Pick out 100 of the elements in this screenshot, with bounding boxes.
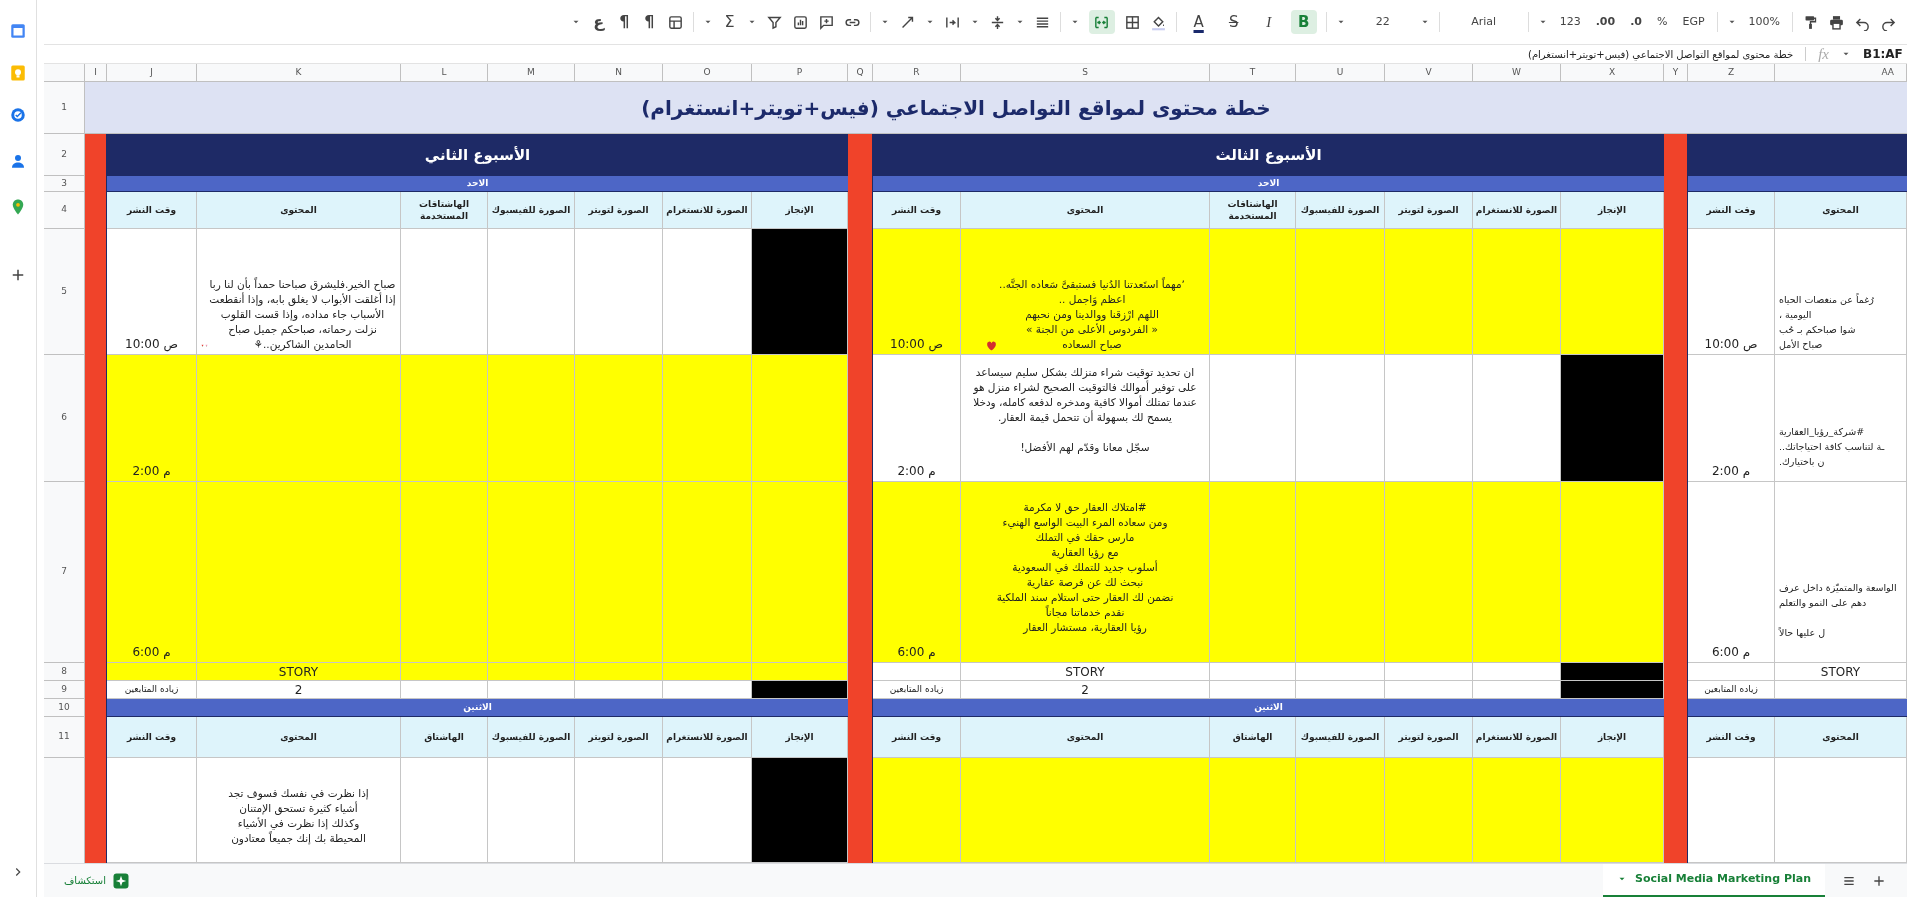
column-header: وقت النشر bbox=[873, 717, 961, 758]
post-time: 2:00 م bbox=[897, 463, 936, 480]
row-number[interactable]: 4 bbox=[61, 203, 67, 217]
day-label: الاثنين bbox=[463, 700, 492, 715]
column-header: المحتوى bbox=[1775, 717, 1907, 758]
sheet-tab[interactable]: Social Media Marketing Plan bbox=[1602, 863, 1825, 897]
currency-button[interactable]: EGP bbox=[1679, 13, 1708, 31]
check-circle-icon[interactable] bbox=[9, 106, 27, 124]
formula-text[interactable]: خطة محتوى لمواقع التواصل الاجتماعي (فيس+تويتر+انستغرام) bbox=[1528, 46, 1794, 62]
metric-value: 2 bbox=[294, 681, 303, 699]
column-header: وقت النشر bbox=[107, 192, 197, 229]
table-icon[interactable] bbox=[666, 13, 684, 31]
italic-button[interactable]: I bbox=[1255, 10, 1282, 34]
column-header: الصورة للفيسبوك bbox=[1296, 192, 1385, 229]
column-header: الإنجاز bbox=[752, 192, 848, 229]
day-label: الاحد bbox=[1257, 176, 1280, 190]
column-letter[interactable]: Z bbox=[1727, 66, 1735, 80]
story-label: STORY bbox=[1065, 663, 1105, 681]
row-number[interactable]: 5 bbox=[61, 284, 67, 299]
column-letter[interactable]: Q bbox=[856, 66, 864, 80]
column-header: الصورة للفيسبوك bbox=[1296, 717, 1385, 758]
column-header: الصورة لتويتر bbox=[575, 717, 663, 758]
font-dropdown[interactable]: Arial bbox=[1448, 13, 1519, 31]
column-header: المحتوى bbox=[961, 717, 1210, 758]
row-number[interactable]: 11 bbox=[58, 730, 70, 744]
post-text: الواسعة والمتميّزة داخل عرف دهم على النمو والتعلم ل عليها حالاً bbox=[1779, 581, 1897, 640]
post-time: 10:00 ص bbox=[890, 336, 943, 353]
bold-button[interactable]: B bbox=[1290, 10, 1317, 34]
column-header: المحتوى bbox=[961, 192, 1210, 229]
column-header: المحتوى bbox=[1775, 192, 1907, 229]
column-header: الإنجاز bbox=[752, 717, 848, 758]
decrease-decimals-button[interactable]: .0 bbox=[1627, 13, 1645, 31]
column-header: وقت النشر bbox=[1688, 192, 1775, 229]
merge-cells-button[interactable] bbox=[1088, 10, 1115, 34]
day-label: الاحد bbox=[466, 176, 489, 190]
post-time: 2:00 م bbox=[1711, 463, 1751, 480]
column-letter[interactable]: O bbox=[703, 66, 711, 80]
column-letter[interactable]: R bbox=[913, 66, 920, 80]
person-icon[interactable] bbox=[9, 152, 27, 170]
column-header: وقت النشر bbox=[1688, 717, 1775, 758]
post-time: 10:00 ص bbox=[125, 336, 178, 353]
sparkle-icon[interactable] bbox=[112, 871, 131, 890]
chart-icon[interactable] bbox=[791, 13, 809, 31]
column-letter[interactable]: L bbox=[441, 66, 447, 80]
column-letter[interactable]: U bbox=[1336, 66, 1344, 80]
column-header: الصورة لتويتر bbox=[1385, 192, 1473, 229]
row-number[interactable]: 9 bbox=[61, 682, 67, 697]
column-letter[interactable]: V bbox=[1425, 66, 1432, 80]
column-letter[interactable]: S bbox=[1082, 66, 1088, 80]
ltr-paragraph-button[interactable]: ¶ bbox=[641, 10, 658, 34]
column-header: الصورة للانستغرام bbox=[1473, 192, 1561, 229]
row-number[interactable]: 3 bbox=[61, 176, 67, 191]
column-header: وقت النشر bbox=[873, 192, 961, 229]
input-tools-button[interactable]: ع bbox=[590, 10, 608, 34]
comment-icon[interactable] bbox=[817, 13, 835, 31]
column-header: المحتوى bbox=[197, 717, 401, 758]
zoom-dropdown[interactable]: 100% bbox=[1745, 13, 1783, 31]
row-number[interactable]: 7 bbox=[61, 565, 67, 579]
post-text: ʼمهماً استَعدتنا الدُنيا فستبقىَّ سَعاده الجنَّه.. اعظم وَاجمل .. اللهم ارْزقنا ووالدينا ومن نحبهم « الفردوس الأعلى من الجنة » صباح السعاده bbox=[999, 277, 1185, 352]
column-header: الهاشتاق bbox=[401, 717, 488, 758]
print-icon[interactable] bbox=[1828, 13, 1845, 31]
strikethrough-button[interactable]: S bbox=[1220, 10, 1247, 34]
column-letter[interactable]: X bbox=[1608, 66, 1616, 80]
column-letter[interactable]: J bbox=[150, 66, 153, 80]
name-box[interactable]: B1:AF bbox=[1863, 45, 1903, 63]
row-number[interactable]: 10 bbox=[58, 700, 70, 715]
metric-label: زياده المتابعين bbox=[889, 682, 944, 696]
fx-label: fx bbox=[1818, 44, 1829, 64]
row-number[interactable]: 8 bbox=[61, 664, 67, 679]
column-header: الصورة للفيسبوك bbox=[488, 717, 575, 758]
explore-label[interactable]: استكشاف bbox=[64, 873, 107, 888]
column-letter[interactable]: Y bbox=[1672, 66, 1679, 80]
increase-decimals-button[interactable]: .00 bbox=[1592, 13, 1619, 31]
post-text: #شركة_رؤيا_العقارية ـة لتناسب كافة احتياجاتك.. ن باختيارك. bbox=[1779, 425, 1885, 469]
row-number[interactable]: 2 bbox=[61, 147, 67, 162]
column-header: الهاشتاق bbox=[1210, 717, 1296, 758]
sheet-title: خطة محتوى لمواقع التواصل الاجتماعي (فيس+تويتر+انستغرام) bbox=[641, 94, 1271, 123]
column-header: الصورة لتويتر bbox=[575, 192, 663, 229]
borders-icon[interactable] bbox=[1123, 13, 1141, 31]
column-letter[interactable]: I bbox=[94, 66, 97, 80]
column-letter[interactable]: AA bbox=[1881, 66, 1894, 80]
column-letter[interactable]: T bbox=[1249, 66, 1256, 80]
story-label: STORY bbox=[278, 663, 319, 681]
column-letter[interactable]: P bbox=[796, 66, 803, 80]
text-color-button[interactable]: A bbox=[1185, 10, 1212, 34]
calendar-icon[interactable] bbox=[9, 22, 27, 40]
percent-button[interactable]: % bbox=[1654, 13, 1671, 31]
row-number[interactable]: 6 bbox=[61, 411, 67, 425]
functions-button[interactable]: Σ bbox=[721, 10, 738, 34]
number-format-button[interactable]: 123 bbox=[1556, 13, 1584, 31]
column-letter[interactable]: W bbox=[1512, 66, 1521, 80]
column-letter[interactable]: M bbox=[527, 66, 535, 80]
column-letter[interactable]: K bbox=[295, 66, 302, 80]
rtl-paragraph-button[interactable]: ¶ bbox=[616, 10, 633, 34]
post-text: صباح الخير.فليشرق صباحنا حمداً بأن لنا ربا إذا أغلقت الأبواب لا يغلق بابه، وإذا أنقطعت الأسباب جاء مداده، وإذا قست القلوب نزلت رحماته، صباحكم جميل صباح الحامدين الشاكرين..⚘ bbox=[209, 277, 396, 352]
column-header: الهاشتاقات المستخدمة bbox=[1210, 192, 1296, 229]
column-letter[interactable]: N bbox=[615, 66, 622, 80]
row-number[interactable]: 1 bbox=[61, 100, 67, 115]
column-header: الصورة لتويتر bbox=[1385, 717, 1473, 758]
font-size-field[interactable]: 22 bbox=[1354, 13, 1411, 31]
